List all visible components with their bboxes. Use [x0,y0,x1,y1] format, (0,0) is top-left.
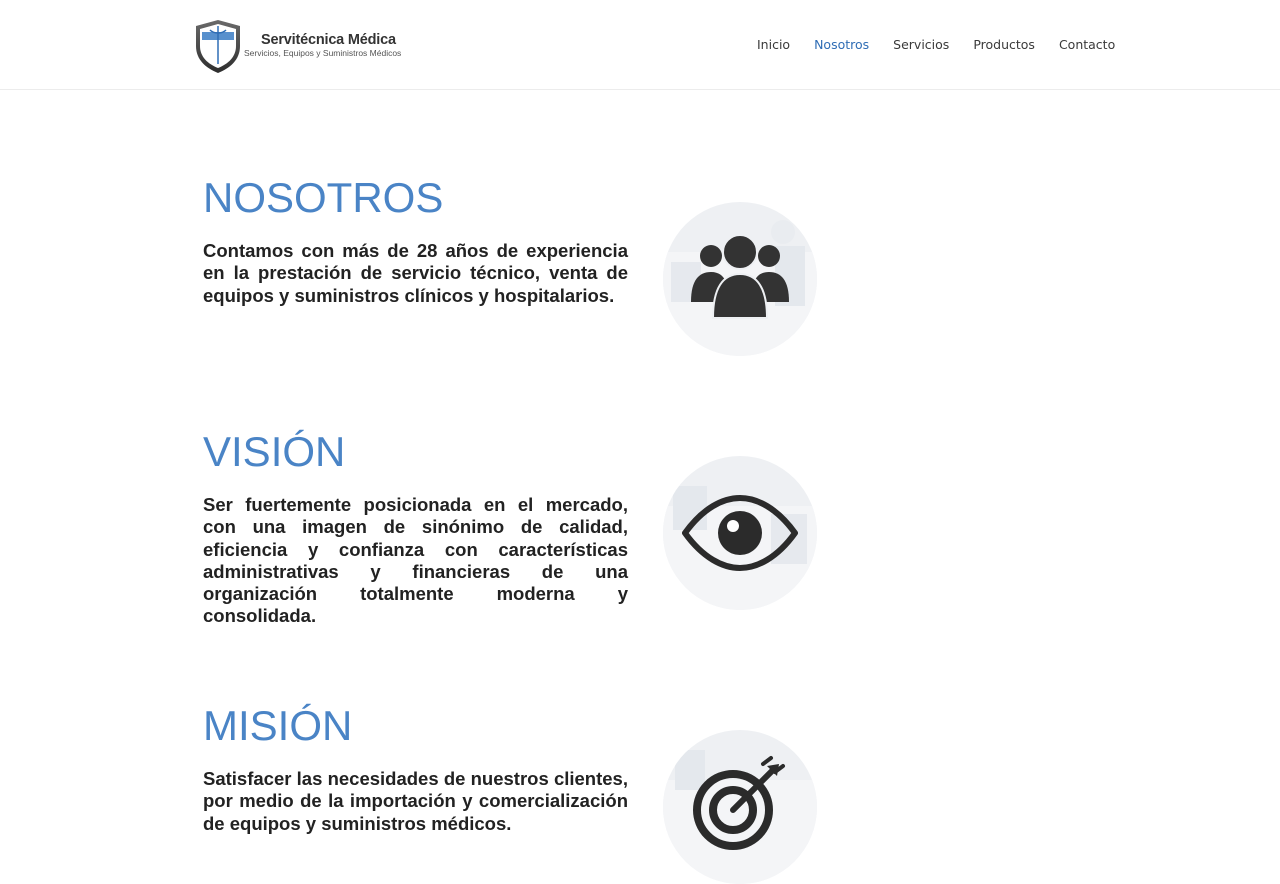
site-header: Servitécnica Médica Servicios, Equipos y… [0,0,1280,90]
section-vision: VISIÓN Ser fuertemente posicionada en el… [203,430,823,626]
brand-logo[interactable]: Servitécnica Médica Servicios, Equipos y… [192,18,422,74]
section-mision: MISIÓN Satisfacer las necesidades de nue… [203,704,823,884]
section-text: Ser fuertemente posicionada en el mercad… [203,494,628,627]
nav-item-contacto[interactable]: Contacto [1059,37,1115,53]
section-text: Satisfacer las necesidades de nuestros c… [203,768,628,834]
section-text: Contamos con más de 28 años de experienc… [203,240,628,306]
nav-item-nosotros[interactable]: Nosotros [814,37,869,53]
target-arrow-icon [663,730,817,884]
eye-icon [663,456,817,610]
people-group-icon [663,202,817,356]
nav-item-inicio[interactable]: Inicio [757,37,790,53]
nav-item-servicios[interactable]: Servicios [893,37,949,53]
brand-name: Servitécnica Médica [261,32,396,48]
shield-logo-icon [196,20,240,73]
main-nav: Inicio Nosotros Servicios Productos Cont… [757,37,1115,53]
section-nosotros: NOSOTROS Contamos con más de 28 años de … [203,176,823,356]
nav-item-productos[interactable]: Productos [973,37,1035,53]
brand-tagline: Servicios, Equipos y Suministros Médicos [244,48,402,58]
